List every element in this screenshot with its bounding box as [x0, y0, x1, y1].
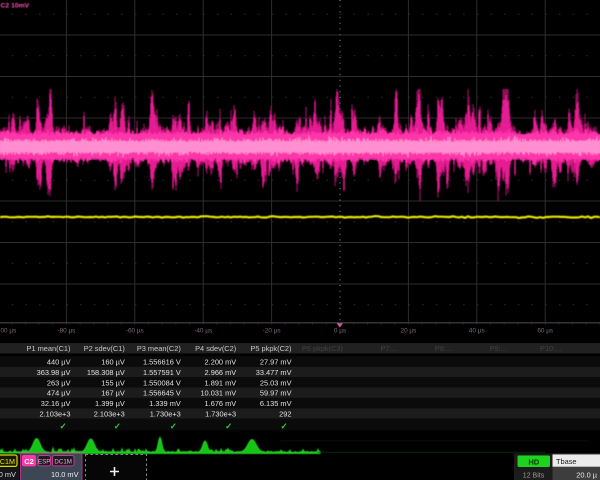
svg-text:✓: ✓: [114, 421, 121, 431]
svg-text:27.97 mV: 27.97 mV: [260, 358, 292, 367]
svg-text:1.556645 V: 1.556645 V: [143, 389, 181, 398]
svg-text:P6 pkpk(C3): P6 pkpk(C3): [302, 344, 343, 353]
svg-text:-20 µs: -20 µs: [263, 328, 281, 335]
svg-text:2.103e+3: 2.103e+3: [94, 410, 125, 419]
svg-text:Tbase: Tbase: [556, 457, 577, 466]
svg-text:12 Bits: 12 Bits: [523, 473, 545, 480]
svg-text:-40 µs: -40 µs: [194, 328, 212, 335]
svg-text:263 µV: 263 µV: [47, 378, 71, 387]
svg-text:0 µs: 0 µs: [334, 328, 346, 335]
svg-text:155 µV: 155 µV: [101, 378, 125, 387]
svg-text:P3 mean(C2): P3 mean(C2): [137, 344, 181, 353]
svg-text:✓: ✓: [59, 421, 66, 431]
svg-text:25.03 mV: 25.03 mV: [260, 378, 292, 387]
svg-text:00 µs: 00 µs: [1, 328, 17, 335]
svg-text:C2: C2: [24, 457, 33, 466]
svg-text:1.339 mV: 1.339 mV: [149, 399, 181, 408]
svg-text:0.0 mV: 0.0 mV: [0, 470, 16, 479]
svg-text:440 µV: 440 µV: [47, 358, 71, 367]
svg-text:10.0 mV: 10.0 mV: [51, 470, 79, 479]
svg-text:1.891 mV: 1.891 mV: [205, 378, 237, 387]
svg-text:C2 10mV: C2 10mV: [1, 3, 30, 10]
svg-text:2.966 mV: 2.966 mV: [205, 368, 237, 377]
svg-text:P4 sdev(C2): P4 sdev(C2): [195, 344, 236, 353]
svg-text:✓: ✓: [225, 421, 232, 431]
svg-text:158.308 µV: 158.308 µV: [87, 368, 125, 377]
svg-text:P5 pkpk(C2): P5 pkpk(C2): [250, 344, 291, 353]
svg-text:1.550084 V: 1.550084 V: [143, 378, 181, 387]
svg-text:P7:...: P7:...: [380, 344, 397, 353]
svg-text:2.200 mV: 2.200 mV: [205, 358, 237, 367]
svg-text:20 µs: 20 µs: [401, 328, 417, 335]
svg-text:474 µV: 474 µV: [47, 389, 71, 398]
svg-text:292: 292: [279, 410, 291, 419]
svg-text:60 µs: 60 µs: [537, 328, 553, 335]
svg-text:1.556616 V: 1.556616 V: [143, 358, 181, 367]
svg-text:1.730e+3: 1.730e+3: [205, 410, 236, 419]
svg-text:P8:...: P8:...: [435, 344, 452, 353]
svg-text:✓: ✓: [170, 421, 177, 431]
svg-text:32.16 µV: 32.16 µV: [41, 399, 71, 408]
svg-text:P1 mean(C1): P1 mean(C1): [27, 344, 71, 353]
svg-text:59.97 mV: 59.97 mV: [260, 389, 292, 398]
svg-text:1.557591 V: 1.557591 V: [143, 368, 181, 377]
svg-text:1.730e+3: 1.730e+3: [150, 410, 181, 419]
svg-text:1.399 µV: 1.399 µV: [95, 399, 125, 408]
svg-text:DC1M: DC1M: [54, 459, 72, 466]
svg-text:✓: ✓: [280, 421, 287, 431]
svg-text:40 µs: 40 µs: [469, 328, 485, 335]
svg-text:10.031 mV: 10.031 mV: [200, 389, 236, 398]
svg-text:-60 µs: -60 µs: [126, 328, 144, 335]
svg-text:2.103e+3: 2.103e+3: [39, 410, 70, 419]
svg-text:HD: HD: [528, 458, 539, 467]
svg-text:6.135 mV: 6.135 mV: [260, 399, 292, 408]
svg-text:DC1M: DC1M: [0, 457, 15, 466]
svg-text:167 µV: 167 µV: [101, 389, 125, 398]
svg-text:363.98 µV: 363.98 µV: [37, 368, 71, 377]
svg-text:160 µV: 160 µV: [101, 358, 125, 367]
svg-text:1.676 mV: 1.676 mV: [205, 399, 237, 408]
svg-text:P9:...: P9:...: [490, 344, 507, 353]
svg-text:ESP: ESP: [38, 459, 50, 466]
svg-text:P10:...: P10:...: [540, 344, 561, 353]
svg-text:20.0 µ: 20.0 µ: [576, 471, 597, 480]
svg-text:-80 µs: -80 µs: [57, 328, 75, 335]
svg-text:33.477 mV: 33.477 mV: [256, 368, 292, 377]
svg-text:P2 sdev(C1): P2 sdev(C1): [84, 344, 125, 353]
